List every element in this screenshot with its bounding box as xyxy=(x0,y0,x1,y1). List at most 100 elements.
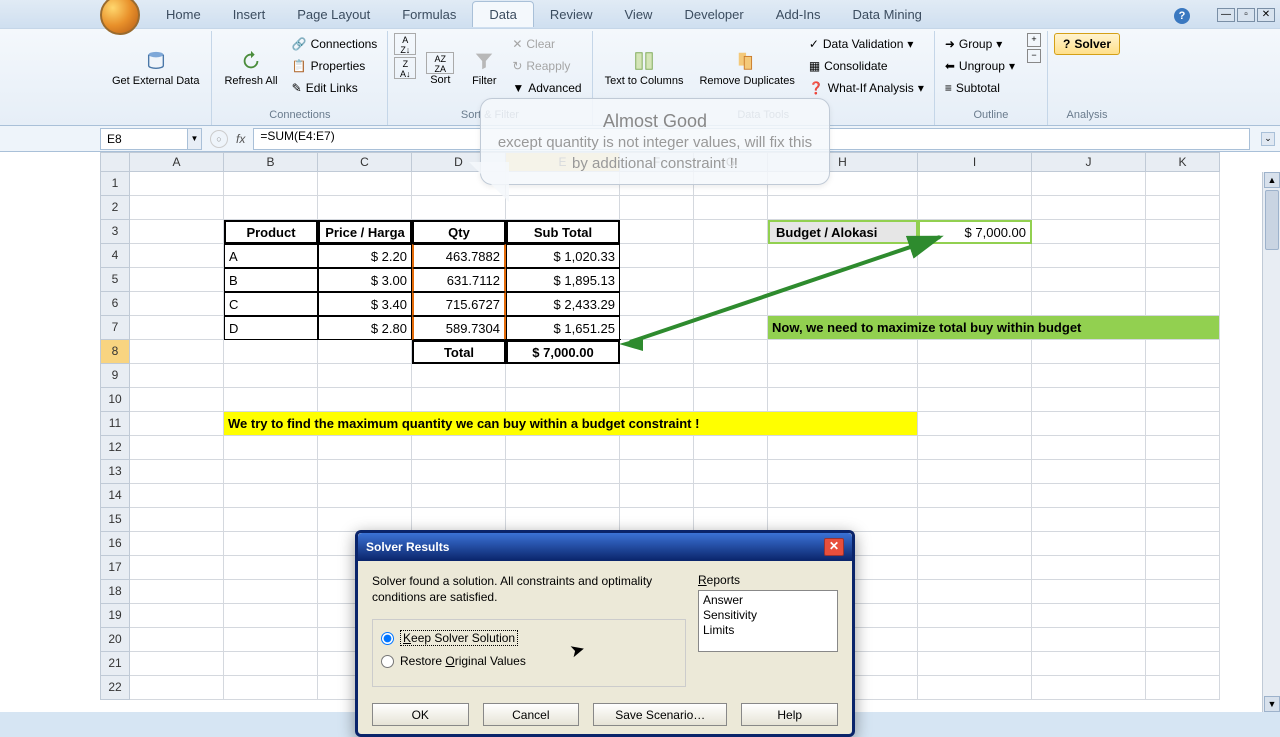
cell[interactable] xyxy=(506,364,620,388)
cell[interactable] xyxy=(412,484,506,508)
cell[interactable] xyxy=(506,388,620,412)
cell[interactable] xyxy=(918,676,1032,700)
ribbon-tab-developer[interactable]: Developer xyxy=(668,2,759,27)
cell[interactable] xyxy=(130,460,224,484)
dialog-close-button[interactable]: ✕ xyxy=(824,538,844,556)
cell[interactable] xyxy=(1146,292,1220,316)
ribbon-tab-review[interactable]: Review xyxy=(534,2,609,27)
cell[interactable] xyxy=(620,268,694,292)
name-box[interactable]: E8 xyxy=(100,128,188,150)
cell[interactable] xyxy=(620,508,694,532)
cell[interactable] xyxy=(1146,652,1220,676)
cell[interactable] xyxy=(130,604,224,628)
cell[interactable] xyxy=(918,244,1032,268)
subtotal-button[interactable]: ≡Subtotal xyxy=(941,77,1019,99)
cell[interactable] xyxy=(620,340,694,364)
keep-solution-radio[interactable] xyxy=(381,632,394,645)
edit-links-button[interactable]: ✎Edit Links xyxy=(288,77,382,99)
row-header-8[interactable]: 8 xyxy=(100,340,130,364)
cell[interactable] xyxy=(620,484,694,508)
dialog-titlebar[interactable]: Solver Results ✕ xyxy=(358,533,852,561)
table-cell[interactable]: $ 2.80 xyxy=(318,316,412,340)
cell[interactable] xyxy=(694,388,768,412)
restore-values-radio[interactable] xyxy=(381,655,394,668)
ribbon-tab-view[interactable]: View xyxy=(609,2,669,27)
cell[interactable] xyxy=(694,292,768,316)
cell[interactable] xyxy=(1032,460,1146,484)
cell[interactable] xyxy=(224,532,318,556)
cell[interactable] xyxy=(130,676,224,700)
cell[interactable] xyxy=(224,436,318,460)
cell[interactable] xyxy=(1032,604,1146,628)
ribbon-tab-data[interactable]: Data xyxy=(472,1,533,27)
cell[interactable] xyxy=(694,340,768,364)
table-cell[interactable]: 631.7112 xyxy=(412,268,506,292)
cell[interactable] xyxy=(318,460,412,484)
cell[interactable] xyxy=(694,196,768,220)
cell[interactable] xyxy=(130,172,224,196)
table-cell[interactable]: $ 2,433.29 xyxy=(506,292,620,316)
ribbon-tab-formulas[interactable]: Formulas xyxy=(386,2,472,27)
cell[interactable] xyxy=(1032,580,1146,604)
advanced-button[interactable]: ▼Advanced xyxy=(508,77,585,99)
cell[interactable] xyxy=(918,652,1032,676)
column-header-I[interactable]: I xyxy=(918,152,1032,172)
cell[interactable] xyxy=(412,388,506,412)
cell[interactable] xyxy=(130,628,224,652)
cell[interactable] xyxy=(506,436,620,460)
cell[interactable] xyxy=(130,220,224,244)
row-header-12[interactable]: 12 xyxy=(100,436,130,460)
sort-desc-button[interactable]: ZA↓ xyxy=(394,57,416,79)
cell[interactable] xyxy=(620,292,694,316)
cell[interactable] xyxy=(918,628,1032,652)
cell[interactable] xyxy=(1032,532,1146,556)
get-external-data-button[interactable]: Get External Data xyxy=(106,33,205,105)
cell[interactable] xyxy=(506,196,620,220)
cell[interactable] xyxy=(1032,508,1146,532)
report-option[interactable]: Sensitivity xyxy=(703,608,833,623)
properties-button[interactable]: 📋Properties xyxy=(288,55,382,77)
scroll-up-button[interactable]: ▲ xyxy=(1264,172,1280,188)
table-cell[interactable]: D xyxy=(224,316,318,340)
refresh-all-button[interactable]: Refresh All xyxy=(218,33,283,105)
cell[interactable] xyxy=(694,460,768,484)
cell[interactable] xyxy=(224,604,318,628)
report-option[interactable]: Answer xyxy=(703,593,833,608)
cell[interactable] xyxy=(1146,220,1220,244)
cell[interactable] xyxy=(412,460,506,484)
cell[interactable] xyxy=(506,508,620,532)
cell[interactable] xyxy=(620,436,694,460)
cell[interactable] xyxy=(1032,244,1146,268)
cell[interactable] xyxy=(1146,532,1220,556)
cell[interactable] xyxy=(318,172,412,196)
data-validation-button[interactable]: ✓Data Validation ▾ xyxy=(805,33,928,55)
row-header-2[interactable]: 2 xyxy=(100,196,130,220)
cell[interactable] xyxy=(130,652,224,676)
note-green[interactable]: Now, we need to maximize total buy withi… xyxy=(768,316,1220,340)
cell[interactable] xyxy=(918,172,1032,196)
consolidate-button[interactable]: ▦Consolidate xyxy=(805,55,928,77)
row-header-14[interactable]: 14 xyxy=(100,484,130,508)
cell[interactable] xyxy=(318,364,412,388)
cell[interactable] xyxy=(1146,508,1220,532)
cell[interactable] xyxy=(694,484,768,508)
close-button[interactable]: ✕ xyxy=(1257,8,1275,22)
cell[interactable] xyxy=(318,436,412,460)
text-to-columns-button[interactable]: Text to Columns xyxy=(599,33,690,105)
save-scenario-button[interactable]: Save Scenario… xyxy=(593,703,727,726)
row-header-5[interactable]: 5 xyxy=(100,268,130,292)
cell[interactable] xyxy=(1032,292,1146,316)
cell[interactable] xyxy=(1146,580,1220,604)
cell[interactable] xyxy=(1032,220,1146,244)
row-header-10[interactable]: 10 xyxy=(100,388,130,412)
cell[interactable] xyxy=(224,652,318,676)
reapply-button[interactable]: ↻Reapply xyxy=(508,55,585,77)
clear-button[interactable]: ✕Clear xyxy=(508,33,585,55)
filter-button[interactable]: Filter xyxy=(464,33,504,105)
row-header-20[interactable]: 20 xyxy=(100,628,130,652)
cell[interactable] xyxy=(1032,652,1146,676)
cell[interactable] xyxy=(1146,388,1220,412)
cell[interactable] xyxy=(768,196,918,220)
cell[interactable] xyxy=(918,268,1032,292)
cell[interactable] xyxy=(1032,172,1146,196)
